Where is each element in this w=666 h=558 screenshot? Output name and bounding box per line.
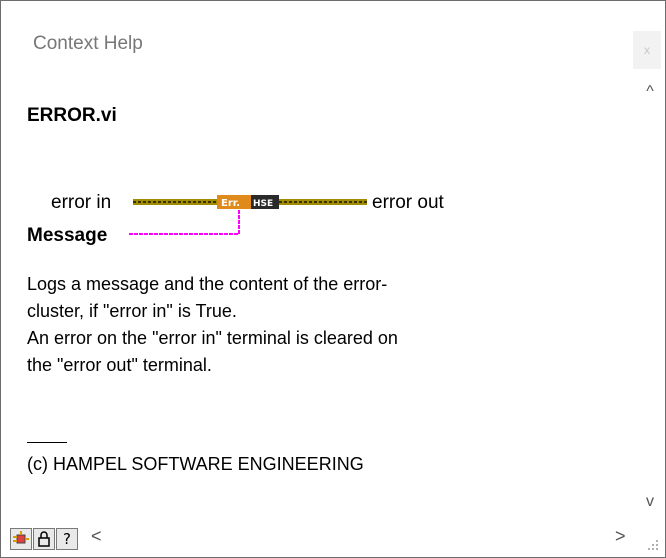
- context-help-window: Context Help x ERROR.vi error in Message…: [0, 0, 666, 558]
- close-button[interactable]: x: [633, 31, 661, 69]
- title-bar[interactable]: Context Help x: [1, 1, 665, 73]
- window-title: Context Help: [33, 33, 143, 54]
- separator-line: [27, 442, 67, 443]
- error-in-wire: [133, 199, 217, 205]
- scroll-down-icon[interactable]: v: [635, 493, 665, 511]
- description-line: cluster, if "error in" is True.: [27, 301, 237, 321]
- detailed-help-button[interactable]: ?: [56, 528, 78, 550]
- question-icon: ?: [63, 530, 71, 548]
- terminals-icon: [13, 531, 29, 544]
- error-out-label: error out: [372, 192, 444, 213]
- scroll-up-icon[interactable]: ^: [635, 83, 665, 101]
- description: Logs a message and the content of the er…: [27, 271, 587, 379]
- resize-grip-icon[interactable]: [647, 539, 659, 551]
- error-out-wire: [279, 199, 367, 205]
- vi-name-heading: ERROR.vi: [27, 105, 117, 126]
- show-optional-terminals-button[interactable]: [10, 528, 32, 550]
- description-line: the "error out" terminal.: [27, 355, 212, 375]
- bottom-toolbar: ? < >: [1, 521, 665, 557]
- icon-err-text: Err.: [221, 198, 240, 209]
- message-wire: [129, 209, 240, 235]
- scroll-left-icon[interactable]: <: [91, 526, 102, 547]
- description-line: Logs a message and the content of the er…: [27, 274, 388, 294]
- copyright-text: (c) HAMPEL SOFTWARE ENGINEERING: [27, 454, 364, 474]
- vertical-scrollbar[interactable]: ^ v: [635, 73, 665, 521]
- message-label: Message: [27, 225, 108, 246]
- lock-icon: [38, 531, 50, 547]
- help-content: ERROR.vi error in Message error out Err.…: [1, 73, 637, 521]
- connector-pane-diagram: Err. HSE: [129, 195, 367, 235]
- description-line: An error on the "error in" terminal is c…: [27, 328, 398, 348]
- close-icon: x: [644, 43, 650, 57]
- lock-context-help-button[interactable]: [33, 528, 55, 550]
- scroll-right-icon[interactable]: >: [615, 526, 626, 547]
- icon-hse-text: HSE: [253, 199, 273, 209]
- error-in-label: error in: [51, 192, 112, 213]
- vi-icon: Err. HSE: [217, 195, 279, 209]
